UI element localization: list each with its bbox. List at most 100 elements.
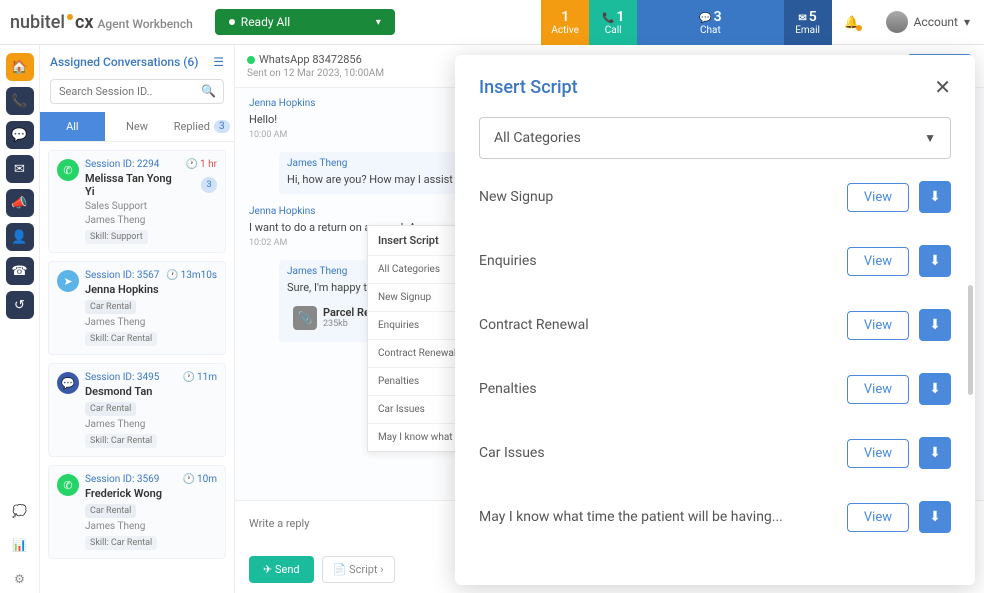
chevron-down-icon: ▾ (376, 17, 381, 28)
conversation-card[interactable]: ✆ Session ID: 2294 Melissa Tan Yong Yi S… (48, 150, 226, 253)
brand-text: nubitel (10, 12, 65, 33)
phone-icon: 📞 (602, 13, 614, 24)
scrollbar[interactable] (968, 285, 973, 395)
nav-home[interactable]: 🏠 (6, 53, 34, 81)
tab-replied[interactable]: Replied3 (169, 112, 234, 141)
tab-new[interactable]: New (105, 112, 170, 141)
topbar: nubitel cx Agent Workbench Ready All ▾ 1… (0, 0, 984, 45)
avatar (886, 11, 908, 33)
clock-icon: 🕐 (183, 474, 195, 485)
script-name: Contract Renewal (479, 317, 847, 333)
download-button[interactable]: ⬇ (919, 373, 951, 405)
view-button[interactable]: View (847, 183, 909, 212)
account-menu[interactable]: Account ▾ (872, 11, 984, 33)
popup-title: Insert Script (368, 226, 456, 255)
nav-contacts[interactable]: 👤 (6, 223, 34, 251)
popup-item[interactable]: Contract Renewal (368, 339, 456, 367)
download-button[interactable]: ⬇ (919, 309, 951, 341)
chat-icon: 💬 (699, 13, 711, 24)
wait-time: 🕐10m (183, 474, 217, 485)
skill-tag: Skill: Car Rental (85, 332, 157, 346)
nav-settings[interactable]: ⚙ (6, 565, 34, 593)
popup-item[interactable]: All Categories (368, 255, 456, 283)
metric-chat[interactable]: 💬3Chat (637, 0, 783, 45)
subtitle: Agent Workbench (97, 17, 192, 31)
download-icon: ⬇ (929, 509, 941, 525)
metric-call[interactable]: 📞1Call (589, 0, 637, 45)
attachment-icon: 📎 (293, 306, 317, 330)
agent-name: James Theng (85, 419, 177, 430)
download-button[interactable]: ⬇ (919, 437, 951, 469)
session-id: Session ID: 3569 (85, 474, 177, 485)
metric-email[interactable]: ✉5Email (784, 0, 832, 45)
telegram-icon: ➤ (57, 270, 79, 292)
agent-name: James Theng (85, 521, 177, 532)
left-nav: 🏠 📞 💬 ✉ 📣 👤 ☎ ↺ 💭 📊 ⚙ (0, 45, 40, 593)
script-name: Enquiries (479, 253, 847, 269)
nav-voice[interactable]: ☎ (6, 257, 34, 285)
filter-icon[interactable]: ☰ (213, 55, 224, 69)
nav-campaign[interactable]: 📣 (6, 189, 34, 217)
conversation-card[interactable]: 💬 Session ID: 3495 Desmond Tan Car Renta… (48, 363, 226, 457)
customer-name: Frederick Wong (85, 487, 177, 500)
conversation-card[interactable]: ✆ Session ID: 3569 Frederick Wong Car Re… (48, 465, 226, 559)
notifications-button[interactable]: 🔔 (832, 15, 872, 29)
nav-faq[interactable]: 💭 (6, 497, 34, 525)
download-icon: ⬇ (929, 189, 941, 205)
close-icon[interactable]: ✕ (934, 75, 951, 99)
script-name: May I know what time the patient will be… (479, 509, 847, 525)
metric-active[interactable]: 1Active (541, 0, 589, 45)
view-button[interactable]: View (847, 311, 909, 340)
download-icon: ⬇ (929, 381, 941, 397)
search-input[interactable] (50, 79, 224, 104)
nav-email[interactable]: ✉ (6, 155, 34, 183)
download-button[interactable]: ⬇ (919, 181, 951, 213)
view-button[interactable]: View (847, 375, 909, 404)
download-button[interactable]: ⬇ (919, 501, 951, 533)
script-row: Enquiries View ⬇ (479, 229, 951, 293)
popup-item[interactable]: Enquiries (368, 311, 456, 339)
chevron-down-icon: ▾ (964, 15, 970, 29)
view-button[interactable]: View (847, 247, 909, 276)
popup-item[interactable]: New Signup (368, 283, 456, 311)
clock-icon: 🕐 (183, 372, 195, 383)
search-wrapper: 🔍 (50, 79, 224, 104)
category-tag: Car Rental (85, 300, 136, 314)
nav-stats[interactable]: 📊 (6, 531, 34, 559)
channel-dot-icon (247, 56, 255, 64)
download-icon: ⬇ (929, 317, 941, 333)
sidebar-title: Assigned Conversations (6) (50, 55, 198, 69)
session-id: Session ID: 3567 (85, 270, 160, 281)
wait-time: 🕐1 hr (186, 159, 217, 170)
nav-phone[interactable]: 📞 (6, 87, 34, 115)
wait-time: 🕐11m (183, 372, 217, 383)
session-id: Session ID: 3495 (85, 372, 177, 383)
tab-all[interactable]: All (40, 112, 105, 141)
send-button[interactable]: ✈ Send (249, 556, 314, 583)
popup-item[interactable]: May I know what time (368, 423, 456, 451)
session-id: Session ID: 2294 (85, 159, 180, 170)
modal-title: Insert Script (479, 77, 578, 98)
script-row: Contract Renewal View ⬇ (479, 293, 951, 357)
conversation-tabs: All New Replied3 (40, 112, 234, 142)
download-icon: ⬇ (929, 253, 941, 269)
view-button[interactable]: View (847, 503, 909, 532)
status-label: Ready All (241, 15, 290, 29)
messenger-icon: 💬 (57, 372, 79, 394)
account-label: Account (914, 15, 958, 29)
nav-chat[interactable]: 💬 (6, 121, 34, 149)
conversation-card[interactable]: ➤ Session ID: 3567 Jenna Hopkins Car Ren… (48, 261, 226, 355)
popup-item[interactable]: Car Issues (368, 395, 456, 423)
category-dropdown[interactable]: All Categories ▼ (479, 117, 951, 159)
popup-item[interactable]: Penalties (368, 367, 456, 395)
script-button[interactable]: 📄 Script › (322, 556, 395, 583)
clock-icon: 🕐 (186, 159, 198, 170)
download-button[interactable]: ⬇ (919, 245, 951, 277)
view-button[interactable]: View (847, 439, 909, 468)
logo: nubitel cx Agent Workbench (0, 12, 203, 33)
category-tag: Car Rental (85, 504, 136, 518)
whatsapp-icon: ✆ (57, 159, 79, 181)
brand-cx: cx (75, 12, 94, 33)
nav-history[interactable]: ↺ (6, 291, 34, 319)
status-dropdown[interactable]: Ready All ▾ (215, 9, 395, 35)
